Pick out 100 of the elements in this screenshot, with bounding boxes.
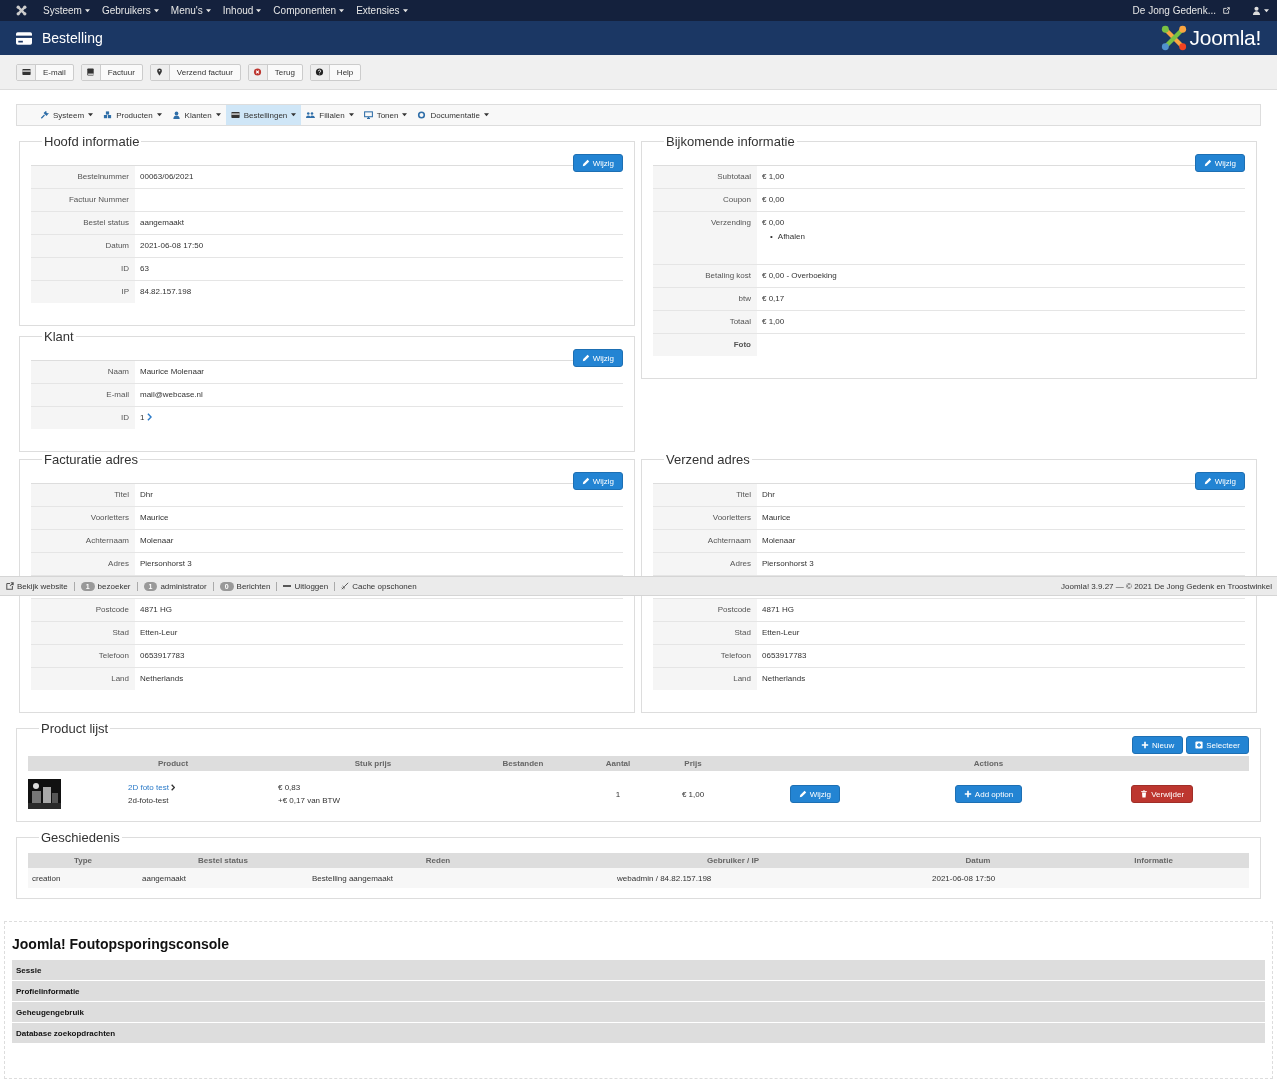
table-cell: webadmin / 84.82.157.198 — [617, 873, 712, 883]
field-label: btw — [653, 288, 757, 310]
column-header: Stuk prijs — [353, 759, 393, 768]
console-title: Joomla! Foutopsporingsconsole — [12, 936, 230, 952]
sub-menu-item[interactable]: Systeem — [35, 105, 99, 125]
menu-item[interactable]: Extensies — [356, 5, 408, 16]
field-label: Voorletters — [653, 507, 757, 529]
field-label: Coupon — [653, 189, 757, 211]
toolbar-button[interactable]: E-mail — [16, 63, 74, 81]
bullet: • — [770, 231, 773, 242]
column-header: Actions — [972, 759, 1005, 768]
status-link[interactable]: Bekijk website — [6, 581, 68, 591]
toolbar-button[interactable]: Help — [309, 63, 362, 81]
column-header: Reden — [424, 856, 452, 865]
console-section[interactable]: Geheugengebruik — [12, 1002, 1265, 1022]
menu-item[interactable]: Componenten — [273, 5, 345, 16]
site-link[interactable]: De Jong Gedenk... — [1132, 5, 1230, 16]
menu-item[interactable]: Gebruikers — [101, 5, 159, 16]
toolbar-button[interactable]: Factuur — [80, 63, 143, 81]
field-value: Maurice — [762, 513, 791, 522]
table-cell: Bestelling aangemaakt — [312, 873, 393, 883]
table-cell: aangemaakt — [142, 873, 187, 883]
field-value: Netherlands — [762, 674, 806, 683]
edit-button[interactable]: Wijzig — [1194, 472, 1245, 490]
field-label: Verzending — [653, 212, 757, 264]
field-label: E-mail — [31, 384, 135, 406]
field-label: ID — [31, 407, 135, 429]
field-label: Postcode — [31, 599, 135, 621]
field-value: € 1,00 — [762, 172, 785, 181]
field-value: 63 — [140, 264, 149, 273]
new-button[interactable]: Nieuw — [1131, 736, 1184, 754]
select-button[interactable]: Selecteer — [1186, 736, 1249, 754]
table-cell: 2021-06-08 17:50 — [932, 873, 996, 883]
field-value: mail@webcase.nl — [140, 390, 203, 399]
column-header: Bestel status — [197, 856, 249, 865]
unit-price: € 0,83 — [278, 783, 302, 792]
field-value: Molenaar — [140, 536, 174, 545]
toolbar-button[interactable]: Terug — [247, 63, 303, 81]
field-value: 84.82.157.198 — [140, 287, 192, 296]
column-header: Gebruiker / IP — [706, 856, 760, 865]
add-option-button[interactable]: Add option — [954, 785, 1023, 803]
list-item: Afhalen — [777, 231, 805, 242]
edit-button[interactable]: Wijzig — [789, 785, 840, 803]
field-value: 0653917783 — [762, 651, 807, 660]
field-label: Telefoon — [653, 645, 757, 667]
product-link[interactable]: 2D foto test — [128, 783, 169, 792]
field-label: Postcode — [653, 599, 757, 621]
edit-button[interactable]: Wijzig — [572, 154, 623, 172]
field-label: IP — [31, 281, 135, 303]
field-label: Subtotaal — [653, 166, 757, 188]
console-section[interactable]: Profielinformatie — [12, 981, 1265, 1001]
console-section[interactable]: Sessie — [12, 960, 1265, 980]
column-header: Datum — [964, 856, 992, 865]
panel-title: Hoofd informatie — [43, 134, 141, 149]
column-header: Type — [72, 856, 94, 865]
field-value: Netherlands — [140, 674, 184, 683]
sub-menu-item[interactable]: Documentatie — [412, 105, 494, 125]
field-label: Stad — [653, 622, 757, 644]
field-value: Dhr — [762, 490, 775, 499]
field-label: Factuur Nummer — [31, 189, 135, 211]
field-value: € 1,00 — [762, 317, 785, 326]
status-link[interactable]: Cache opschonen — [341, 581, 417, 591]
column-header: Aantal — [604, 759, 632, 768]
field-value: € 0,00 — [762, 195, 785, 204]
field-value: Piersonhorst 3 — [140, 559, 192, 568]
field-label: Betaling kost — [653, 265, 757, 287]
sub-menu-item[interactable]: Bestellingen — [225, 105, 302, 125]
sub-menu-item[interactable]: Producten — [98, 105, 167, 125]
field-value: aangemaakt — [140, 218, 185, 227]
table-cell: creation — [32, 873, 61, 883]
edit-button[interactable]: Wijzig — [1194, 154, 1245, 172]
column-header: Prijs — [683, 759, 703, 768]
field-value: € 0,17 — [762, 294, 785, 303]
logo-text: Joomla! — [1189, 26, 1261, 50]
menu-item[interactable]: Systeem — [43, 5, 90, 16]
field-value: 4871 HG — [762, 605, 795, 614]
sub-menu-item[interactable]: Filialen — [301, 105, 359, 125]
field-label: Telefoon — [31, 645, 135, 667]
field-label: Datum — [31, 235, 135, 257]
field-label: ID — [31, 258, 135, 280]
toolbar-button[interactable]: Verzend factuur — [149, 63, 241, 81]
menu-item[interactable]: Menu's — [170, 5, 211, 16]
field-label: Titel — [653, 484, 757, 506]
console-section[interactable]: Database zoekopdrachten — [12, 1023, 1265, 1043]
edit-button[interactable]: Wijzig — [572, 349, 623, 367]
edit-button[interactable]: Wijzig — [572, 472, 623, 490]
status-link[interactable]: Uitloggen — [283, 581, 329, 591]
field-value: € 0,00 — [762, 218, 785, 227]
sub-menu-item[interactable]: Tonen — [358, 105, 413, 125]
field-value: 0653917783 — [140, 651, 185, 660]
field-value: Molenaar — [762, 536, 796, 545]
menu-item[interactable]: Inhoud — [222, 5, 262, 16]
copyright-text: Joomla! 3.9.27 — © 2021 De Jong Gedenk en Troostwinkel — [1061, 581, 1272, 591]
field-value: € 0,00 - Overboeking — [762, 271, 837, 280]
field-label: Achternaam — [653, 530, 757, 552]
field-value: 00063/06/2021 — [140, 172, 194, 181]
field-value: Maurice Molenaar — [140, 367, 205, 376]
field-label: Foto — [653, 334, 757, 356]
delete-button[interactable]: Verwijder — [1131, 785, 1194, 803]
sub-menu-item[interactable]: Klanten — [166, 105, 226, 125]
